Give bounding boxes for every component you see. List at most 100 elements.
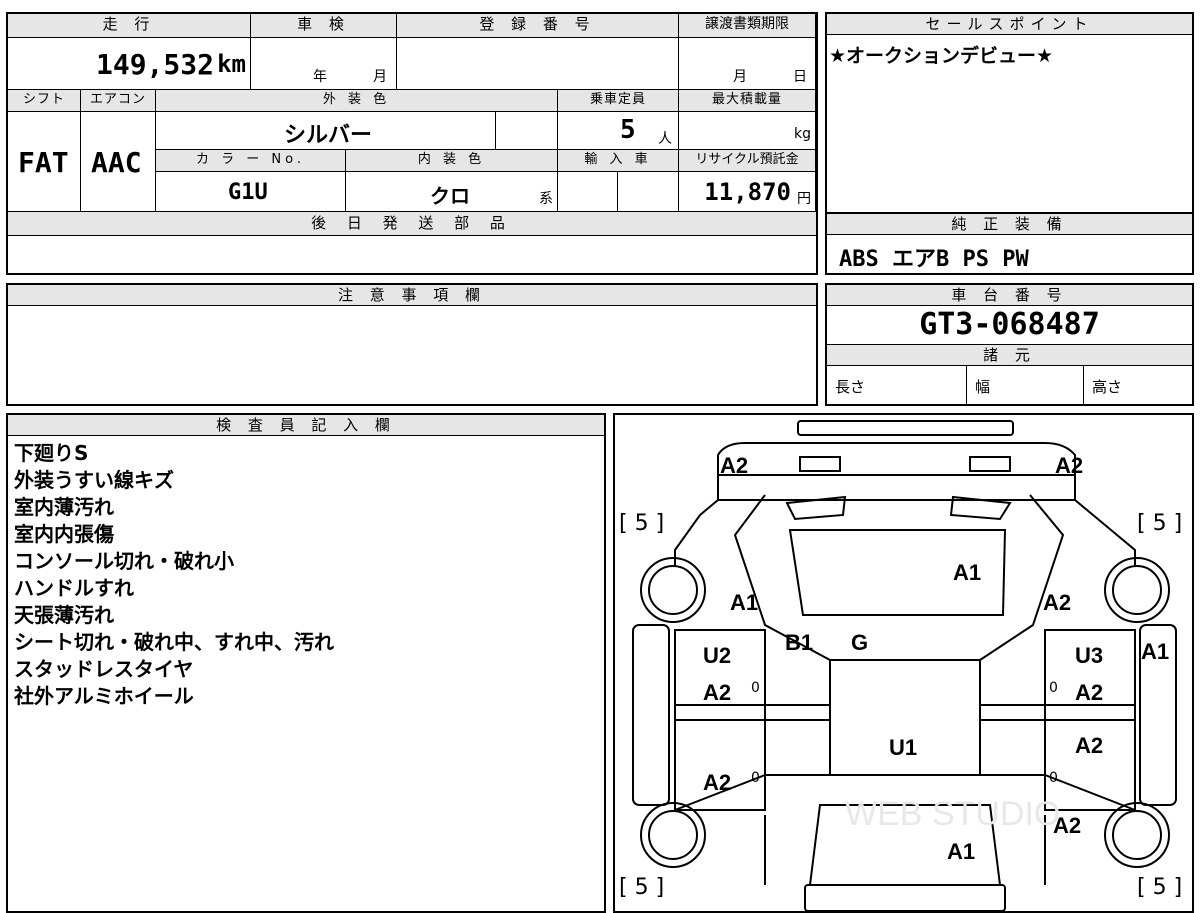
damage-mark: U1 xyxy=(889,735,918,760)
remark-item: 社外アルミホイール xyxy=(14,684,194,708)
int-color-label: 内 装 色 xyxy=(346,150,558,172)
remark-item: スタッドレスタイヤ xyxy=(14,657,194,681)
width-label: 幅 xyxy=(967,366,1084,405)
ext-color-extra-cell xyxy=(496,112,558,150)
shift-value: FAT xyxy=(18,146,69,179)
damage-mark: A2 xyxy=(1043,590,1072,615)
shift-label: シフト xyxy=(8,90,81,112)
ac-label: エアコン xyxy=(81,90,156,112)
max-load-value-cell: kg xyxy=(679,112,816,150)
damage-mark: A2 xyxy=(703,680,732,705)
shift-value-cell: FAT xyxy=(8,112,81,212)
damage-diagram: [ 5 ] [ 5 ] [ 5 ] [ 5 ] A2 A2 A1 A1 A2 B… xyxy=(613,413,1194,913)
shaken-label: 車 検 xyxy=(251,14,397,38)
zero-mark: 0 xyxy=(1049,680,1058,696)
remark-item: 室内薄汚れ xyxy=(14,495,114,519)
car-outline xyxy=(632,420,1177,911)
import-label: 輸 入 車 xyxy=(558,150,679,172)
zero-mark: 0 xyxy=(751,770,760,786)
registration-label: 登 録 番 号 xyxy=(397,14,679,38)
mileage-value: 149,532 xyxy=(95,48,214,81)
inspector-label: 検 査 員 記 入 欄 xyxy=(8,415,604,436)
transfer-deadline-label: 譲渡書類期限 xyxy=(679,14,816,38)
capacity-value-cell: 5 人 xyxy=(558,112,679,150)
max-load-label: 最大積載量 xyxy=(679,90,816,112)
ext-color-value: シルバー xyxy=(284,123,373,148)
remark-item: 下廻りS xyxy=(14,441,89,465)
capacity-value: 5 xyxy=(620,115,636,145)
damage-mark: G xyxy=(851,630,869,655)
length-label: 長さ xyxy=(827,366,967,405)
remark-item: 外装うすい線キズ xyxy=(14,468,174,492)
recycle-unit: 円 xyxy=(797,191,811,207)
sales-point-block: セールスポイント ★オークションデビュー★ xyxy=(825,12,1194,214)
chassis-label: 車 台 番 号 xyxy=(827,285,1192,306)
spec-row: 長さ 幅 高さ xyxy=(827,366,1192,405)
recycle-value-cell: 11,870 円 xyxy=(679,172,816,212)
ac-value: AAC xyxy=(91,146,142,179)
remark-item: 天張薄汚れ xyxy=(14,603,114,627)
shaken-month-unit: 月 xyxy=(373,69,387,85)
transfer-day-unit: 日 xyxy=(793,69,807,85)
sales-point-label: セールスポイント xyxy=(827,14,1192,35)
import-value-cell-b xyxy=(618,172,679,212)
damage-mark: A1 xyxy=(730,590,759,615)
ext-color-label: 外 装 色 xyxy=(156,90,558,112)
int-color-value-cell: クロ 系 xyxy=(346,172,558,212)
color-no-label: カ ラ ー No. xyxy=(156,150,346,172)
capacity-unit: 人 xyxy=(658,131,672,147)
equipment-label: 純 正 装 備 xyxy=(827,214,1192,235)
damage-mark: A2 xyxy=(1075,733,1104,758)
vehicle-spec-block: 走 行 車 検 登 録 番 号 譲渡書類期限 149,532 km 年 月 月 … xyxy=(6,12,818,275)
remark-item: 室内内張傷 xyxy=(14,522,114,546)
inspector-block: 検 査 員 記 入 欄 下廻りS 外装うすい線キズ 室内薄汚れ 室内内張傷 コン… xyxy=(6,413,606,913)
max-load-unit: kg xyxy=(794,126,811,142)
equipment-block: 純 正 装 備 ABS エアB PS PW xyxy=(825,212,1194,275)
remark-item: シート切れ・破れ中、すれ中、汚れ xyxy=(14,630,334,654)
tire-mark-front-right: [ 5 ] xyxy=(1137,511,1183,536)
damage-mark: A2 xyxy=(703,770,732,795)
shaken-value-cell: 年 月 xyxy=(251,38,397,90)
damage-mark: A2 xyxy=(720,453,749,478)
watermark-text: WEB STUDIO xyxy=(845,795,1061,833)
recycle-value: 11,870 xyxy=(704,178,791,206)
zero-mark: 0 xyxy=(751,680,760,696)
registration-value-cell xyxy=(397,38,679,90)
damage-mark: A2 xyxy=(1055,453,1084,478)
capacity-label: 乗車定員 xyxy=(558,90,679,112)
damage-mark: A1 xyxy=(1141,639,1170,664)
remarks-list: 下廻りS 外装うすい線キズ 室内薄汚れ 室内内張傷 コンソール切れ・破れ小 ハン… xyxy=(8,436,604,714)
mileage-label: 走 行 xyxy=(8,14,251,38)
tire-mark-rear-right: [ 5 ] xyxy=(1137,875,1183,900)
mileage-value-cell: 149,532 km xyxy=(8,38,251,90)
notes-block: 注 意 事 項 欄 xyxy=(6,283,818,406)
damage-mark: A1 xyxy=(947,839,976,864)
spec-label: 諸 元 xyxy=(827,345,1192,366)
remark-item: コンソール切れ・破れ小 xyxy=(14,549,234,573)
transfer-value-cell: 月 日 xyxy=(679,38,816,90)
remark-item: ハンドルすれ xyxy=(14,576,134,600)
chassis-block: 車 台 番 号 GT3-068487 諸 元 長さ 幅 高さ xyxy=(825,283,1194,406)
damage-mark: A2 xyxy=(1075,680,1104,705)
ext-color-value-cell: シルバー xyxy=(156,112,496,150)
damage-mark: U3 xyxy=(1075,643,1104,668)
height-label: 高さ xyxy=(1092,378,1123,396)
recycle-label: リサイクル預託金 xyxy=(679,150,816,172)
tire-mark-rear-left: [ 5 ] xyxy=(619,875,665,900)
shaken-year-unit: 年 xyxy=(313,69,327,85)
int-color-value: クロ xyxy=(430,184,470,208)
equipment-text: ABS エアB PS PW xyxy=(839,247,1029,272)
tire-mark-front-left: [ 5 ] xyxy=(619,511,665,536)
later-parts-label: 後 日 発 送 部 品 xyxy=(8,212,816,236)
chassis-number: GT3-068487 xyxy=(827,306,1192,345)
import-value-cell-a xyxy=(558,172,618,212)
damage-mark: B1 xyxy=(785,630,814,655)
color-no-value-cell: G1U xyxy=(156,172,346,212)
sales-point-text: ★オークションデビュー★ xyxy=(829,45,1054,67)
damage-mark: A1 xyxy=(953,560,982,585)
color-no-value: G1U xyxy=(228,180,268,205)
int-color-suffix: 系 xyxy=(539,191,553,207)
mileage-unit: km xyxy=(217,50,246,78)
notes-label: 注 意 事 項 欄 xyxy=(8,285,816,306)
zero-mark: 0 xyxy=(1049,770,1058,786)
